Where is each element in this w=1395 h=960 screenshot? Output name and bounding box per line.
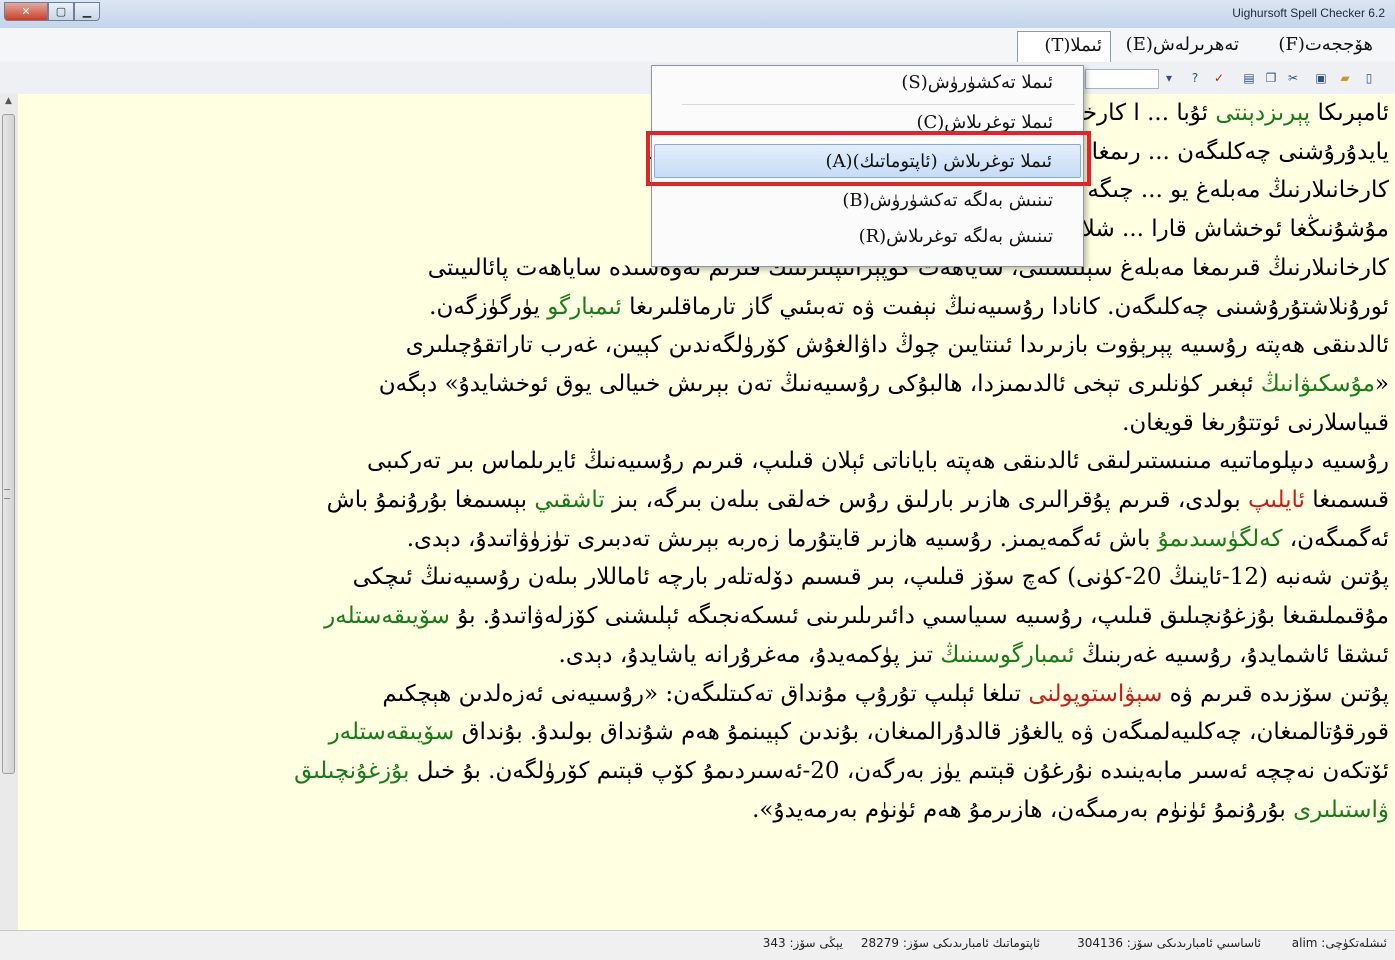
font-combo[interactable] [1085,69,1159,89]
text-run: تىز پۈكمەيدۇ، مەغرۇرانە ياشايدۇ، دېدى. [558,641,941,668]
menu-file[interactable]: ھۆججەت(F) [1270,31,1381,59]
scroll-grip-icon [4,489,10,499]
text-run: ئىشقا ئاشمايدۇ، رۇسىيە غەربنىڭ [1074,641,1389,668]
menu-spelling[interactable]: ئىملا(T) [1017,31,1111,62]
flagged-word[interactable]: تاشقىي [534,487,604,513]
flagged-word[interactable]: ئىمبارگوسىنىڭ [940,642,1074,668]
text-run: مۇقىملىقىغا بۇزغۇنچىلىق قىلىپ، رۇسىيە سى… [449,603,1389,630]
menu-item-spell-correct[interactable]: ئىملا توغرىلاش(C) [654,106,1081,140]
document-line: پۇتىن شەنبە (12-ئاينىڭ 20-كۈنى) كەچ سۆز … [18,558,1395,597]
document-line: ئىشقا ئاشمايدۇ، رۇسىيە غەربنىڭ ئىمبارگوس… [18,636,1395,675]
flagged-word[interactable]: ۋاستىلىرى [1293,797,1389,823]
dropdown-arrow-icon[interactable]: ▾ [1162,71,1176,85]
document-line: قورقۇتالمىغان، چەكلىيەلمىگەن ۋە يالغۇز ق… [18,713,1395,752]
window-controls: ✕ ▢ ▁ [4,2,100,21]
menu-item-punctuation-correct[interactable]: تىنىش بەلگە توغرىلاش(R) [654,220,1081,254]
flagged-word[interactable]: ئىمبارگو [547,294,622,320]
spelling-menu-dropdown: ئىملا تەكشۈرۈش(S) ئىملا توغرىلاش(C) ئىمل… [651,65,1084,267]
text-run: ئورۇنلاشتۇرۇشىنى چەكلىگەن. كانادا رۇسىيە… [621,293,1389,320]
cut-icon[interactable]: ✂ [1286,71,1300,85]
vertical-scrollbar[interactable]: ▲ [0,94,19,930]
window-title: Uighursoft Spell Checker 6.2 [1232,6,1385,20]
text-run: بولدى، قىرىم پۇقرالىرى ھازىر بارلىق رۇس … [604,487,1248,514]
flagged-word[interactable]: سۆيىقەستلەر [324,603,450,629]
flagged-word[interactable]: بۇزغۇنچىلىق [294,758,409,784]
title-bar: ✕ ▢ ▁ Uighursoft Spell Checker 6.2 [0,0,1395,29]
document-line: ۋاستىلىرى بۇرۇنمۇ ئۈنۈم بەرمىگەن، ھازىرم… [18,791,1395,830]
document-line: قىياسلارنى ئوتتۇرىغا قويغان. [18,404,1395,443]
flagged-word[interactable]: كەلگۈسىدىمۇ [1158,526,1283,552]
menu-item-punctuation-check[interactable]: تىنىش بەلگە تەكشۈرۈش(B) [654,184,1081,218]
text-run: ئۆتكەن نەچچە ئەسىر مابەينىدە نۇرغۇن قېتى… [409,757,1389,784]
scroll-up-icon[interactable]: ▲ [2,96,15,110]
text-run: ئەگمىگەن، [1282,525,1389,552]
menu-bar: ھۆججەت(F) تەھرىرلەش(E) ئىملا(T) [0,28,1395,63]
paste-icon[interactable]: ▤ [1242,71,1256,85]
text-run: باش ئەگمەيمىز. رۇسىيە ھازىر قايتۇرما زەر… [406,525,1158,552]
status-user: ئىشلەتكۈچى: alim [1291,936,1387,950]
text-run: ئالدىنقى ھەپتە رۇسىيە پېرېۋوت بازىرىدا ئ… [405,332,1389,359]
minimize-icon[interactable]: ▁ [74,2,100,21]
flagged-word[interactable]: پېرىزدېنتى [1215,100,1310,126]
text-run: قىياسلارنى ئوتتۇرىغا قويغان. [1122,409,1389,436]
open-folder-icon[interactable]: ▰ [1338,71,1352,85]
flagged-word[interactable]: سېۋاستوپولنى [1028,681,1162,707]
scroll-thumb[interactable] [2,114,15,774]
copy-icon[interactable]: ❐ [1264,71,1278,85]
text-run: رۇسىيە دىپلوماتىيە مىنىستىرلىقى ئالدىنقى… [367,448,1389,475]
text-run: قورقۇتالمىغان، چەكلىيەلمىگەن ۋە يالغۇز ق… [454,719,1389,746]
text-run: « [1374,370,1389,397]
menu-separator [682,104,1075,105]
document-line: قىسمىغا ئايلىپ بولدى، قىرىم پۇقرالىرى ھا… [18,481,1395,520]
document-line: ئالدىنقى ھەپتە رۇسىيە پېرېۋوت بازىرىدا ئ… [18,326,1395,365]
text-run: قىسمىغا [1304,487,1389,514]
flagged-word[interactable]: مۇسكىۋانىڭ [1261,371,1375,397]
document-line: «مۇسكىۋانىڭ ئېغىر كۈنلىرى تېخى ئالدىمىزد… [18,365,1395,404]
text-run: بۇرۇنمۇ ئۈنۈم بەرمىگەن، ھازىرمۇ ھەم ئۈنۈ… [752,796,1294,823]
new-file-icon[interactable]: ▯ [1362,71,1376,85]
text-run: ئېغىر كۈنلىرى تېخى ئالدىمىزدا، ھالبۇكى ر… [378,370,1261,397]
flagged-word[interactable]: سۆيىقەستلەر [329,719,455,745]
text-run: بېسىمغا بۇرۇنمۇ باش [326,487,535,514]
text-run: پۇتىن شەنبە (12-ئاينىڭ 20-كۈنى) كەچ سۆز … [352,564,1389,591]
spellcheck-icon[interactable]: ✓ [1212,71,1226,85]
document-line: ئەگمىگەن، كەلگۈسىدىمۇ باش ئەگمەيمىز. رۇس… [18,520,1395,559]
document-line: پۇتىن سۆزىدە قىرىم ۋە سېۋاستوپولنى تىلغا… [18,675,1395,714]
menu-item-spell-check[interactable]: ئىملا تەكشۈرۈش(S) [654,66,1081,100]
document-line: ئورۇنلاشتۇرۇشىنى چەكلىگەن. كانادا رۇسىيە… [18,288,1395,327]
text-run: تىلغا ئېلىپ تۇرۇپ مۇنداق تەكىتلىگەن: «رۇ… [382,680,1029,707]
save-icon[interactable]: ▣ [1314,71,1328,85]
status-bar: ئىشلەتكۈچى: alim ئاساسىي ئامبارىدىكى سۆز… [0,930,1395,960]
status-new-words: يېڭى سۆز: 343 [762,936,843,950]
maximize-icon[interactable]: ▢ [48,2,74,21]
document-line: رۇسىيە دىپلوماتىيە مىنىستىرلىقى ئالدىنقى… [18,442,1395,481]
document-line: مۇقىملىقىغا بۇزغۇنچىلىق قىلىپ، رۇسىيە سى… [18,597,1395,636]
flagged-word[interactable]: ئايلىپ [1248,487,1305,513]
close-icon[interactable]: ✕ [4,2,48,21]
text-run: ئامېرىكا [1310,100,1390,126]
status-auto-words: ئاپتوماتىك ئامبارىدىكى سۆز: 28279 [860,936,1040,950]
text-run: پۇتىن سۆزىدە قىرىم ۋە [1162,680,1389,707]
text-run: يۈرگۈزگەن. [429,293,548,320]
menu-edit[interactable]: تەھرىرلەش(E) [1118,31,1247,59]
status-basic-words: ئاساسىي ئامبارىدىكى سۆز: 304136 [1077,936,1261,950]
document-line: ئۆتكەن نەچچە ئەسىر مابەينىدە نۇرغۇن قېتى… [18,752,1395,791]
menu-item-spell-correct-auto[interactable]: ئىملا توغرىلاش (ئاپتوماتىك)(A) [654,144,1081,178]
help-icon[interactable]: ? [1188,71,1202,85]
